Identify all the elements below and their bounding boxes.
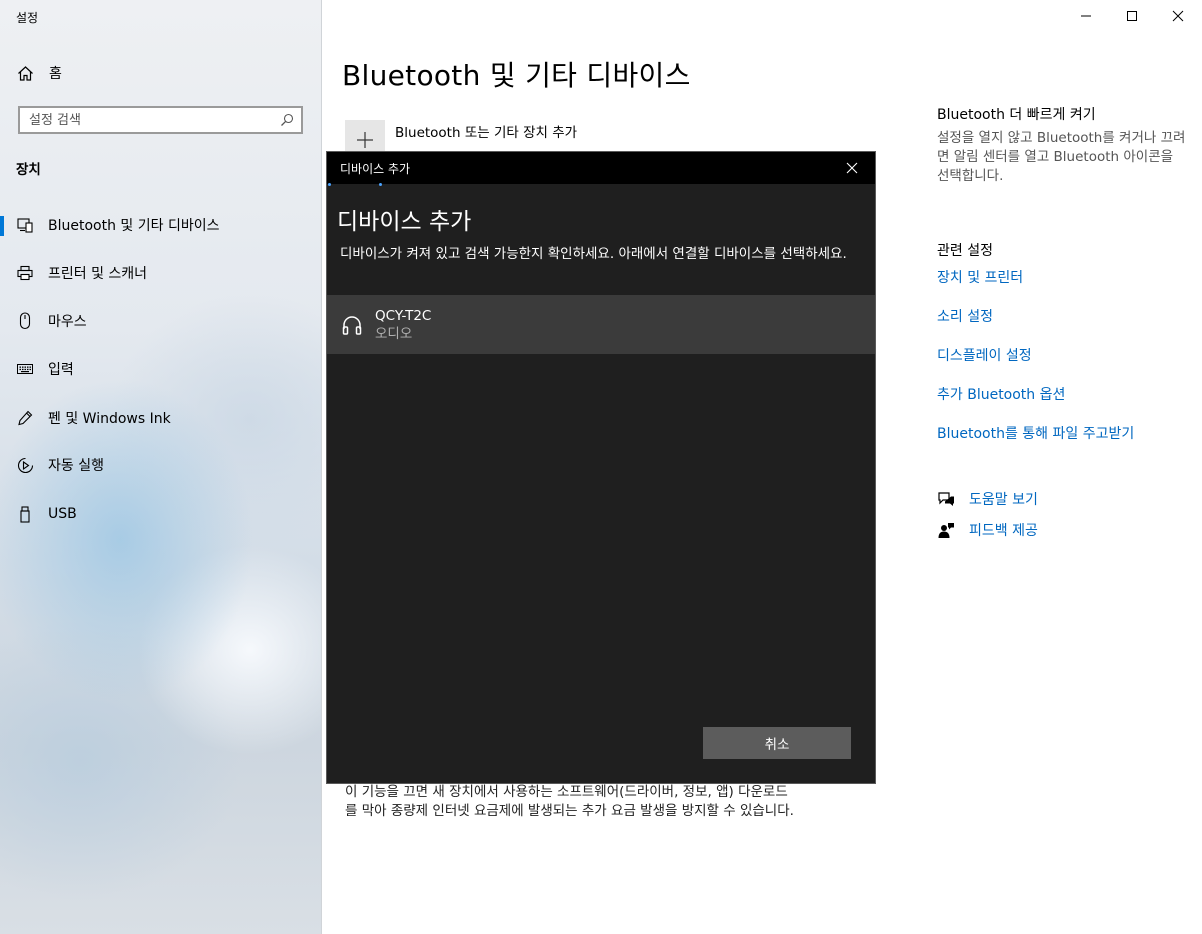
sidebar-item-typing[interactable]: 입력 [0,349,321,389]
related-settings-title: 관련 설정 [937,243,993,259]
feedback-label: 피드백 제공 [969,523,1038,539]
dialog-title: 디바이스 추가 [340,162,411,176]
link-display-settings[interactable]: 디스플레이 설정 [937,345,1032,365]
home-nav[interactable]: 홈 [17,62,62,84]
sidebar-item-label: Bluetooth 및 기타 디바이스 [48,218,220,234]
home-icon [18,65,33,81]
sidebar-item-label: 마우스 [48,314,87,330]
sidebar-item-autoplay[interactable]: 자동 실행 [0,445,321,485]
dialog-close-button[interactable] [829,152,875,184]
sidebar-item-label: 프린터 및 스캐너 [48,266,148,282]
page-title: Bluetooth 및 기타 디바이스 [342,59,691,92]
feedback-icon [937,521,955,539]
device-type: 오디오 [375,325,413,342]
cancel-button[interactable]: 취소 [703,727,851,759]
sidebar-item-printers[interactable]: 프린터 및 스캐너 [0,253,321,293]
sidebar-item-pen[interactable]: 펜 및 Windows Ink [0,398,321,438]
progress-dot [328,183,331,186]
quick-bluetooth-title: Bluetooth 더 빠르게 켜기 [937,107,1096,123]
usb-icon [16,505,34,523]
pen-icon [16,409,34,427]
sidebar-item-label: 자동 실행 [48,458,104,474]
metered-description: 이 기능을 끄면 새 장치에서 사용하는 소프트웨어(드라이버, 정보, 앱) … [345,784,794,819]
device-name: QCY-T2C [375,307,432,324]
sidebar-item-mouse[interactable]: 마우스 [0,301,321,341]
link-devices-printers[interactable]: 장치 및 프린터 [937,267,1023,287]
search-box[interactable] [18,106,303,134]
maximize-button[interactable] [1109,0,1155,32]
dialog-description: 디바이스가 켜져 있고 검색 가능한지 확인하세요. 아래에서 연결할 디바이스… [340,246,847,262]
device-list-item[interactable]: QCY-T2C 오디오 [327,295,875,354]
sidebar: 설정 홈 장치 Bluetooth 및 기타 디바이스 [0,0,322,934]
keyboard-icon [16,360,34,378]
sidebar-item-usb[interactable]: USB [0,494,321,534]
minimize-icon [1081,15,1091,17]
sidebar-item-label: USB [48,506,77,522]
printer-icon [16,264,34,282]
add-device-label[interactable]: Bluetooth 또는 기타 장치 추가 [395,121,577,141]
link-more-bluetooth-options[interactable]: 추가 Bluetooth 옵션 [937,384,1065,404]
add-device-dialog: 디바이스 추가 디바이스 추가 디바이스가 켜져 있고 검색 가능한지 확인하세… [326,151,876,784]
link-bluetooth-file-transfer[interactable]: Bluetooth를 통해 파일 주고받기 [937,423,1134,443]
app-title: 설정 [16,11,39,25]
sidebar-item-label: 펜 및 Windows Ink [48,411,171,427]
sidebar-item-label: 입력 [48,362,74,378]
plus-icon [357,132,373,148]
autoplay-icon [16,456,34,474]
sidebar-item-bluetooth[interactable]: Bluetooth 및 기타 디바이스 [0,205,321,245]
dialog-heading: 디바이스 추가 [337,209,472,235]
minimize-button[interactable] [1063,0,1109,32]
close-button[interactable] [1155,0,1201,32]
bluetooth-devices-icon [16,216,34,234]
maximize-icon [1127,11,1137,21]
progress-dot [379,183,382,186]
headphones-icon [341,314,363,336]
help-chat-icon [937,490,955,508]
dialog-titlebar: 디바이스 추가 [327,152,875,184]
home-label: 홈 [49,66,62,82]
mouse-icon [16,312,34,330]
feedback-link[interactable]: 피드백 제공 [937,520,1038,540]
close-icon [1172,10,1184,22]
quick-bluetooth-desc: 설정을 열지 않고 Bluetooth를 켜거나 끄려면 알림 센터를 열고 B… [937,130,1186,184]
search-input[interactable] [29,112,259,128]
section-label: 장치 [16,162,41,178]
link-sound-settings[interactable]: 소리 설정 [937,306,993,326]
help-label: 도움말 보기 [969,492,1038,508]
help-link[interactable]: 도움말 보기 [937,489,1038,509]
close-icon [846,162,858,174]
search-icon[interactable] [280,113,294,127]
